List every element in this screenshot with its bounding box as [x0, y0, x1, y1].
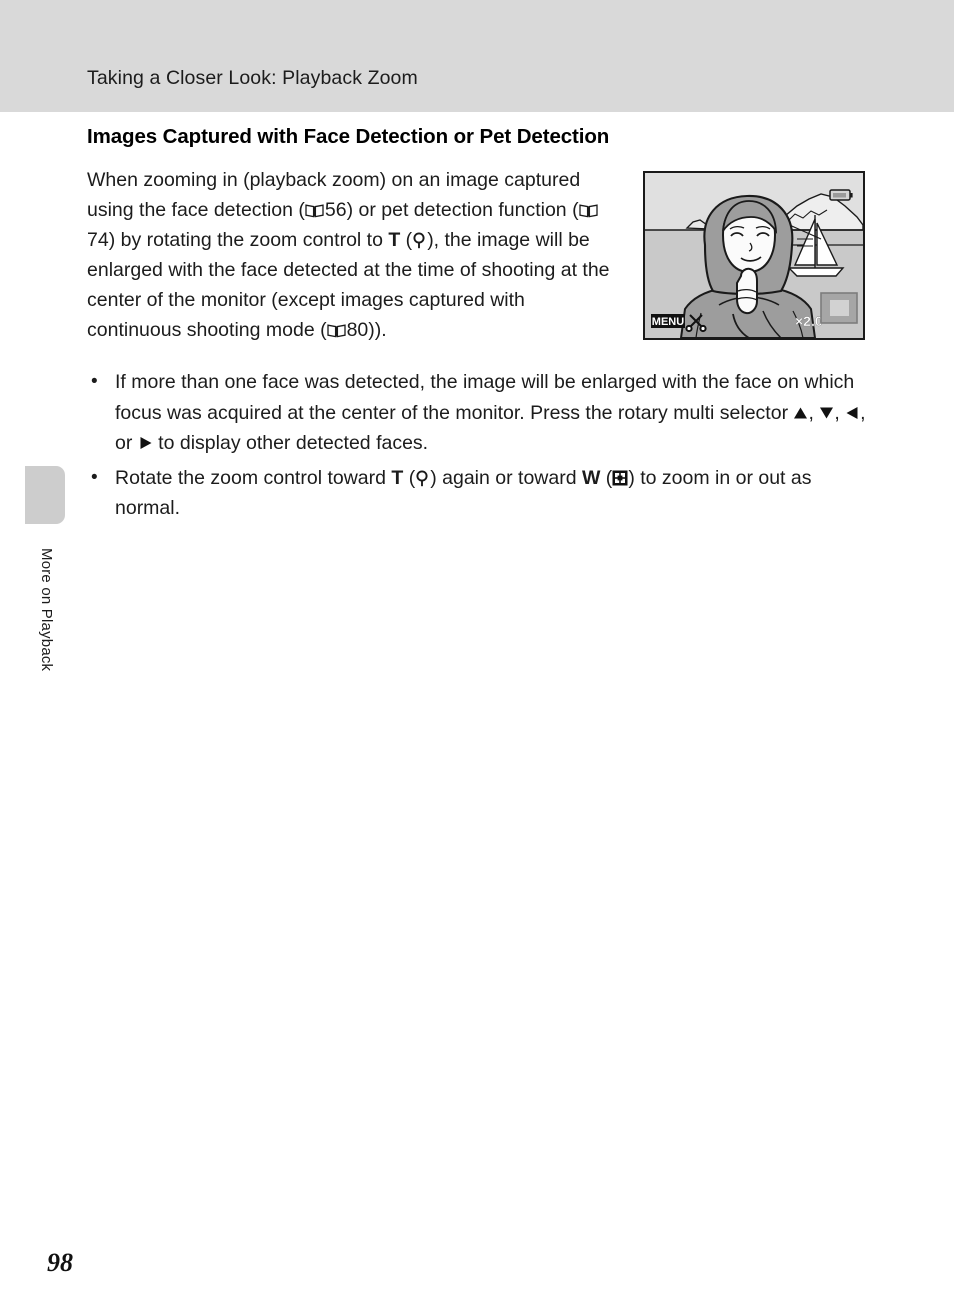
bullet-2-text-part-4: (: [600, 466, 613, 489]
bullet-1-sep-2: ,: [834, 401, 846, 424]
book-reference-icon: [305, 203, 324, 218]
intro-text-part-4: (: [400, 229, 413, 251]
tele-zoom-letter: T: [391, 466, 404, 489]
page-number: 98: [47, 1248, 73, 1277]
bullet-1-text-part-1: If more than one face was detected, the …: [115, 371, 855, 424]
wide-zoom-letter: W: [581, 466, 601, 489]
arrow-left-icon: [845, 406, 860, 420]
bullet-2-text-part-1: Rotate the zoom control toward: [115, 466, 392, 489]
list-item: • Rotate the zoom control toward T ( ) aga…: [87, 463, 869, 524]
zoom-ratio-label: ×2.0: [795, 313, 823, 329]
menu-badge-label: MENU: [652, 316, 684, 328]
page-ref-80: 80: [346, 319, 369, 341]
battery-icon: [829, 189, 853, 201]
arrow-down-icon: [819, 406, 834, 420]
arrow-right-icon: [138, 436, 153, 450]
page-ref-74: 74: [87, 229, 109, 251]
list-item: • If more than one face was detected, the…: [87, 367, 869, 459]
tele-zoom-letter: T: [388, 229, 401, 251]
bullet-1-sep-1: ,: [808, 401, 820, 424]
magnifier-zoom-icon: [412, 232, 427, 249]
book-reference-icon: [326, 323, 346, 338]
running-header-band: [0, 0, 954, 112]
thumbnail-view-icon: [612, 470, 628, 486]
bullet-list: • If more than one face was detected, the…: [87, 367, 869, 524]
illustration-canvas: MENU ×2.0: [645, 173, 863, 338]
intro-paragraph: When zooming in (playback zoom) on an im…: [87, 165, 615, 345]
section-heading: Images Captured with Face Detection or P…: [87, 125, 610, 148]
magnifier-zoom-icon: [415, 469, 430, 487]
running-header-title: Taking a Closer Look: Playback Zoom: [87, 67, 418, 89]
navigation-thumbnail-box: [820, 292, 858, 324]
chapter-tab-marker: [25, 466, 65, 524]
bullet-2-text-part-3: ) again or toward: [430, 466, 582, 489]
book-reference-icon: [578, 203, 598, 218]
intro-text-part-3: ) by rotating the zoom control to: [108, 229, 389, 251]
intro-text-part-6: )).: [368, 319, 387, 341]
arrow-up-icon: [793, 406, 808, 420]
bullet-2-text-part-2: (: [403, 466, 416, 489]
page-ref-56: 56: [324, 199, 347, 221]
menu-badge: MENU: [651, 314, 685, 328]
chapter-tab-label: More on Playback: [38, 548, 55, 672]
camera-monitor-illustration: MENU ×2.0: [643, 171, 865, 340]
bullet-marker: •: [91, 371, 98, 392]
bullet-marker: •: [91, 466, 98, 488]
bullet-1-text-part-2: to display other detected faces.: [152, 432, 429, 454]
intro-text-part-2: ) or pet detection function (: [346, 199, 579, 221]
